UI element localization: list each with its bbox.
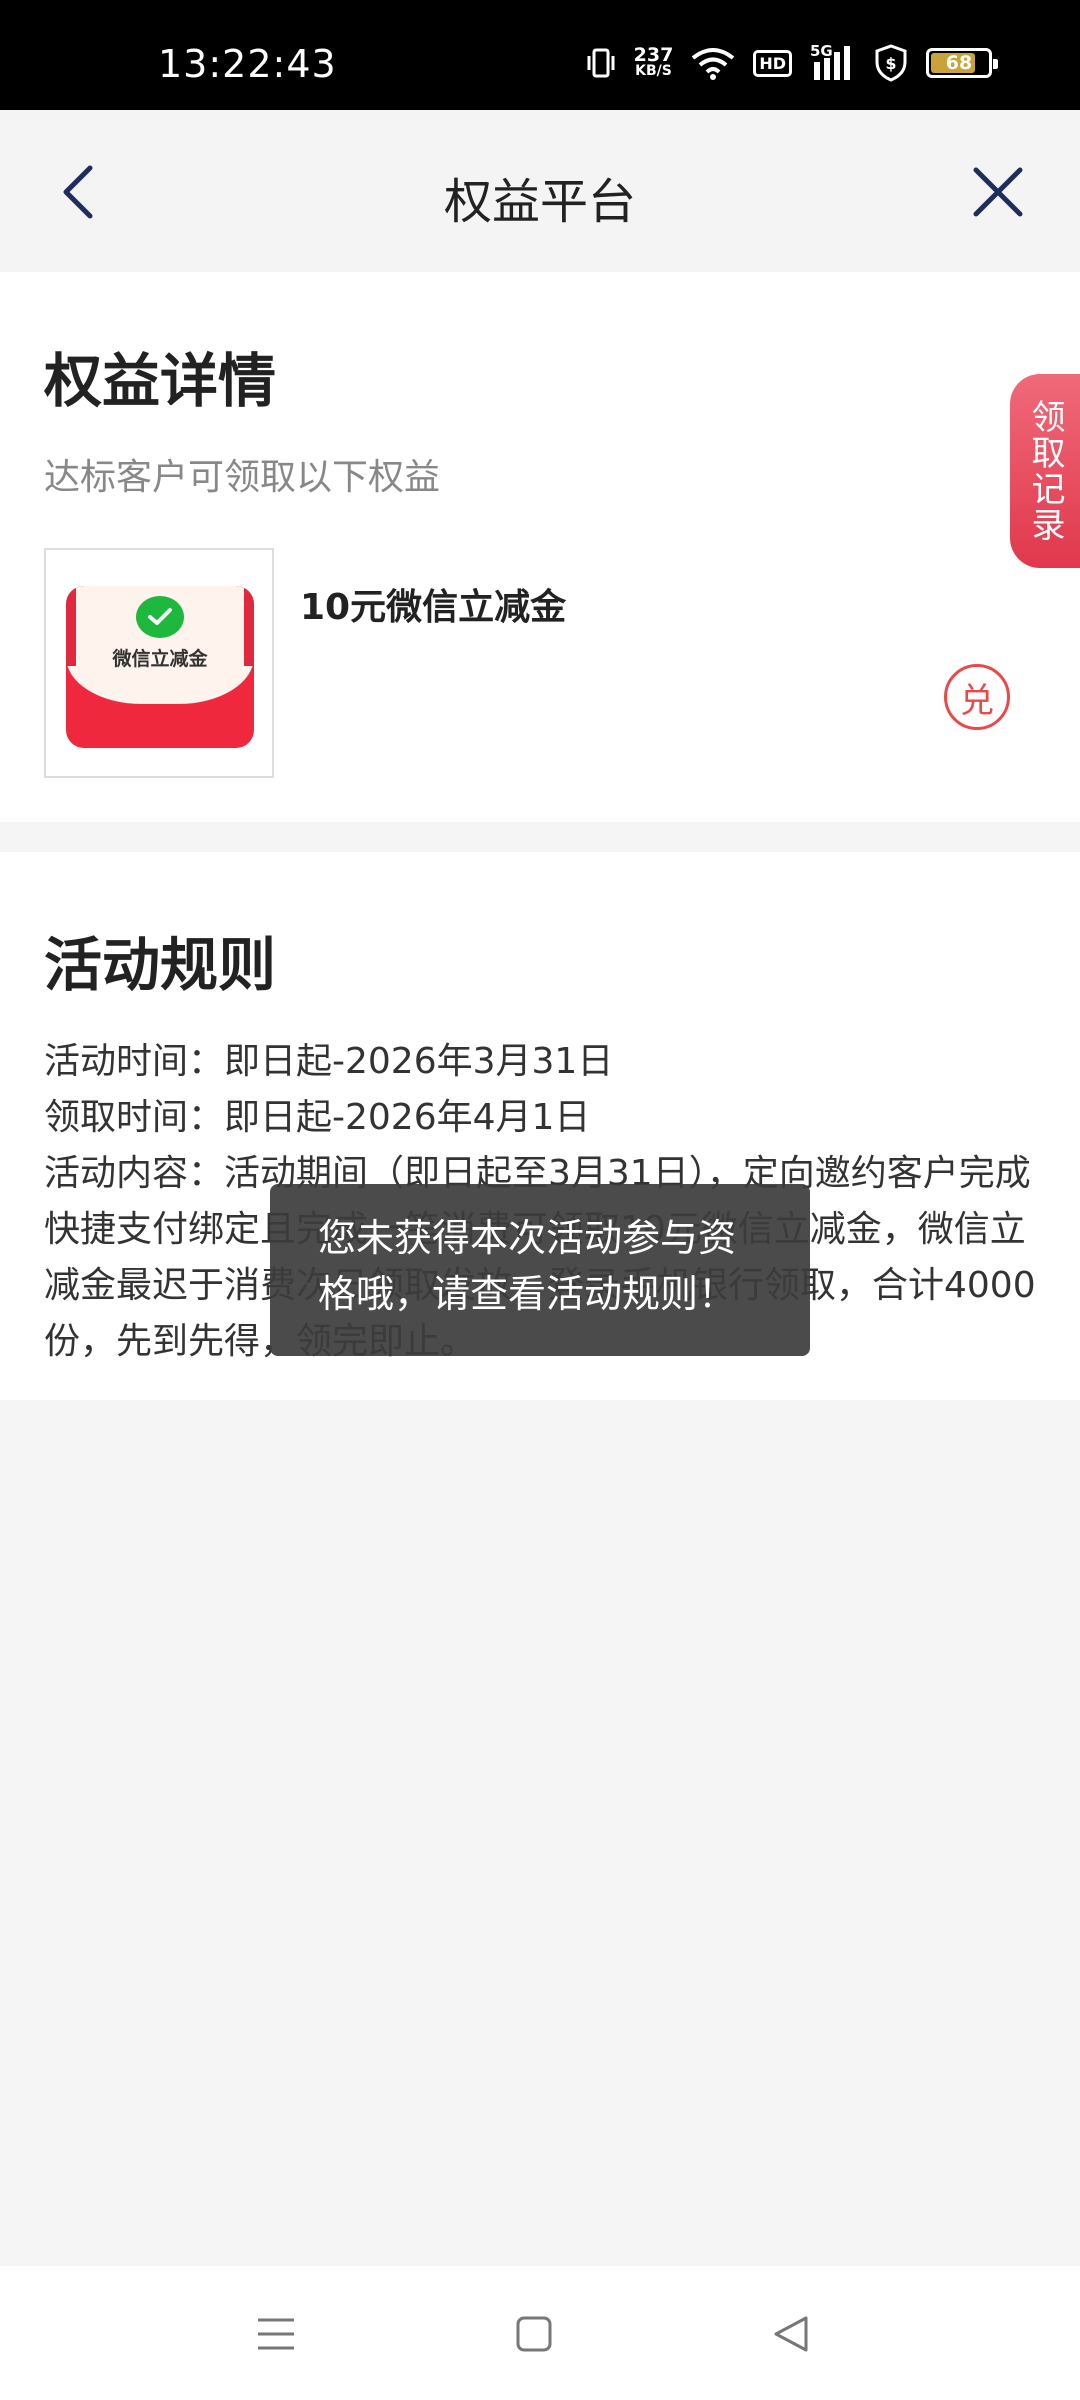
page-title: 权益平台	[443, 174, 636, 230]
shield-icon: $	[875, 44, 907, 82]
benefit-details-title: 权益详情	[44, 347, 277, 415]
hd-icon: HD	[753, 49, 792, 77]
battery-icon: 68	[926, 48, 998, 78]
nav-bar: 权益平台	[0, 110, 1080, 272]
redeem-icon[interactable]: 兑	[944, 664, 1010, 730]
benefit-thumbnail[interactable]: 微信立减金	[44, 548, 274, 778]
claim-records-tab[interactable]: 领取记录	[1010, 374, 1080, 568]
status-bar: 13:22:43 237 KB/S HD 5G $ 68	[0, 0, 1080, 110]
wifi-icon	[692, 48, 735, 80]
status-time: 13:22:43	[158, 42, 337, 86]
menu-icon[interactable]	[252, 2310, 300, 2358]
system-nav-bar	[0, 2266, 1080, 2400]
claim-time: 领取时间：即日起-2026年4月1日	[44, 1097, 591, 1138]
red-envelope-icon: 微信立减金	[66, 586, 254, 748]
benefit-details-subtitle: 达标客户可领取以下权益	[44, 457, 441, 498]
network-speed: 237 KB/S	[633, 44, 674, 80]
signal-indicator: 5G	[810, 42, 856, 80]
status-icons: 237 KB/S HD 5G $ 68	[586, 42, 998, 82]
back-nav-icon[interactable]	[768, 2310, 816, 2358]
activity-rules-title: 活动规则	[44, 931, 277, 999]
activity-time: 活动时间：即日起-2026年3月31日	[44, 1041, 614, 1082]
benefit-details-card: 权益详情 达标客户可领取以下权益 微信立减金 10元微信立减金	[0, 272, 1080, 822]
signal-icon	[814, 46, 850, 80]
battery-level: 68	[945, 52, 973, 74]
wechat-icon	[136, 596, 184, 638]
network-speed-value: 237	[633, 44, 674, 66]
vibrate-icon	[587, 48, 615, 78]
svg-text:$: $	[885, 54, 896, 73]
benefit-name[interactable]: 10元微信立减金	[300, 578, 566, 630]
home-icon[interactable]	[510, 2310, 558, 2358]
close-icon[interactable]	[968, 162, 1028, 222]
network-speed-unit: KB/S	[635, 63, 672, 79]
thumbnail-label: 微信立减金	[112, 648, 208, 670]
toast-message: 您未获得本次活动参与资格哦，请查看活动规则！	[270, 1184, 810, 1356]
